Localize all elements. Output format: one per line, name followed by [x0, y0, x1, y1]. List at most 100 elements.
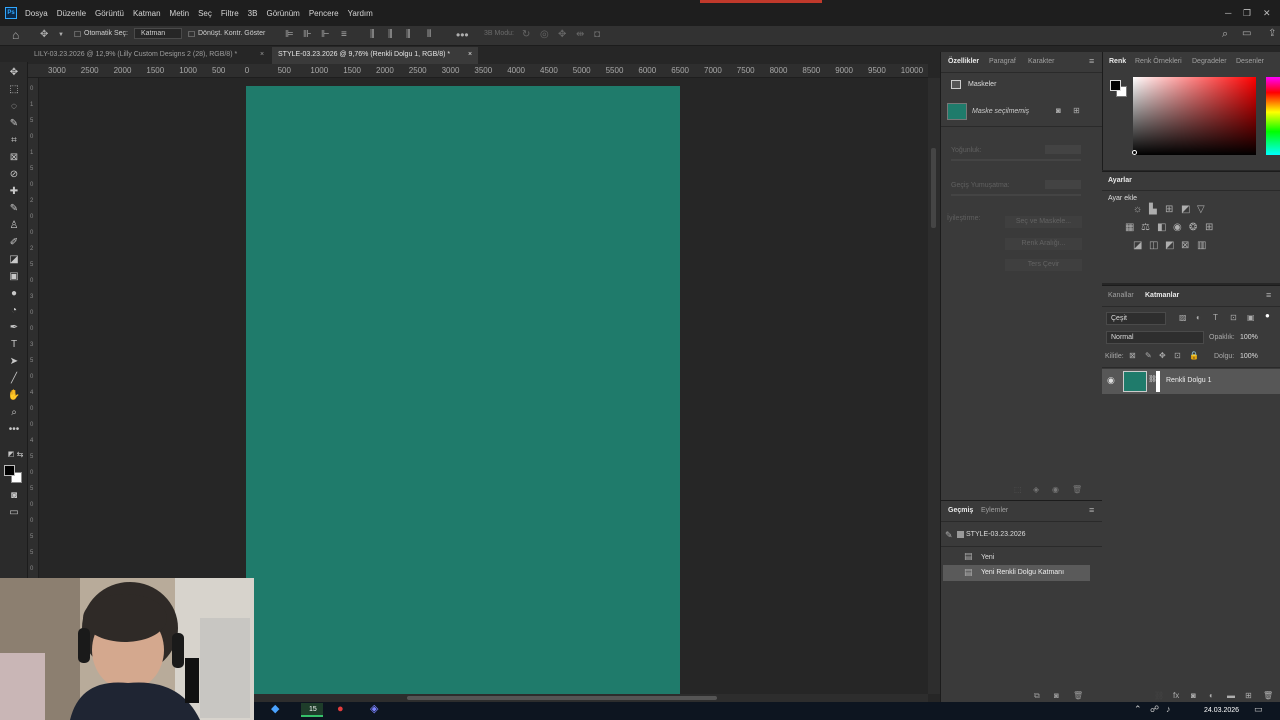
panel-menu-icon[interactable]: ≡	[1089, 57, 1094, 66]
layer-filter-dropdown[interactable]: Çeşit	[1106, 312, 1166, 325]
tab-close-icon[interactable]: ×	[260, 47, 264, 63]
path-selection-tool-icon[interactable]: ➤	[7, 355, 21, 369]
healing-brush-tool-icon[interactable]: ✚	[7, 185, 21, 199]
lock-artboard-icon[interactable]: ⊡	[1174, 352, 1181, 360]
feather-input[interactable]	[1045, 180, 1081, 189]
add-pixel-mask-icon[interactable]: ◙	[1056, 107, 1061, 115]
filter-smart-object-icon[interactable]: ▣	[1247, 314, 1255, 322]
tab-gradients[interactable]: Degradeler	[1192, 58, 1227, 65]
vertical-scrollbar[interactable]	[928, 78, 940, 694]
tab-color[interactable]: Renk	[1109, 58, 1126, 65]
tab-patterns[interactable]: Desenler	[1236, 58, 1264, 65]
maximize-icon[interactable]: ❐	[1243, 8, 1251, 19]
edit-toolbar-icon[interactable]: •••	[7, 423, 21, 437]
3d-scale-icon[interactable]: ◘	[594, 30, 600, 40]
menu-yardim[interactable]: Yardım	[348, 9, 373, 18]
horizontal-scroll-thumb[interactable]	[407, 696, 717, 700]
new-layer-icon[interactable]: ⊞	[1245, 692, 1252, 700]
density-input[interactable]	[1045, 145, 1081, 154]
threshold-icon[interactable]: ◩	[1165, 241, 1174, 251]
filter-type-icon[interactable]: T	[1213, 314, 1218, 322]
layer-name[interactable]: Renkli Dolgu 1	[1166, 377, 1212, 384]
close-icon[interactable]: ✕	[1263, 8, 1271, 19]
new-snapshot-icon[interactable]: ◙	[1054, 692, 1059, 700]
transform-controls-checkbox[interactable]: ☐	[188, 31, 195, 39]
horizontal-scrollbar[interactable]	[254, 694, 928, 702]
gradient-map-icon[interactable]: ▥	[1197, 241, 1206, 251]
workspace-icon[interactable]: ▭	[1242, 29, 1251, 39]
new-group-icon[interactable]: ▬	[1227, 692, 1235, 700]
tab-style-document[interactable]: STYLE-03.23.2026 @ 9,76% (Renkli Dolgu 1…	[272, 47, 478, 64]
menu-sec[interactable]: Seç	[198, 9, 212, 18]
vibrance-icon[interactable]: ▽	[1197, 205, 1205, 215]
more-options-icon[interactable]: •••	[456, 29, 469, 41]
menu-duzenle[interactable]: Düzenle	[57, 9, 86, 18]
filter-pixel-icon[interactable]: ▨	[1179, 314, 1187, 322]
exposure-icon[interactable]: ◩	[1181, 205, 1190, 215]
taskbar-app-icon[interactable]: ◆	[271, 704, 279, 715]
tab-history[interactable]: Geçmiş	[948, 507, 973, 514]
chevron-down-icon[interactable]: ▼	[58, 32, 64, 38]
fill-input[interactable]: 100%	[1240, 353, 1258, 360]
lock-pixels-icon[interactable]: ✎	[1145, 352, 1152, 360]
distribute-horizontal-icon[interactable]: ⫴	[427, 30, 431, 40]
lock-transparent-icon[interactable]: ⊠	[1129, 352, 1136, 360]
3d-rotate-icon[interactable]: ↻	[522, 30, 530, 40]
zoom-tool-icon[interactable]: ⌕	[7, 406, 21, 420]
auto-select-checkbox[interactable]: ☐	[74, 31, 81, 39]
panel-menu-icon[interactable]: ≡	[1089, 506, 1094, 515]
type-tool-icon[interactable]: T	[7, 338, 21, 352]
new-document-from-state-icon[interactable]: ⧉	[1034, 692, 1040, 700]
screen-mode-icon[interactable]: ▭	[7, 506, 21, 520]
density-slider[interactable]	[951, 159, 1081, 161]
feather-slider[interactable]	[951, 194, 1081, 196]
color-lookup-icon[interactable]: ⊞	[1205, 223, 1213, 233]
3d-slide-icon[interactable]: ⇹	[576, 30, 584, 40]
history-item[interactable]: ▤ Yeni	[943, 550, 1090, 565]
photo-filter-icon[interactable]: ◉	[1173, 223, 1182, 233]
tab-actions[interactable]: Eylemler	[981, 507, 1008, 514]
curves-icon[interactable]: ⊞	[1165, 205, 1173, 215]
menu-goruntu[interactable]: Görüntü	[95, 9, 124, 18]
minimize-icon[interactable]: ─	[1225, 8, 1231, 18]
3d-roll-icon[interactable]: ◎	[540, 30, 549, 40]
distribute-middle-icon[interactable]: ⫼	[388, 30, 393, 40]
document-canvas[interactable]	[246, 86, 680, 694]
brightness-contrast-icon[interactable]: ☼	[1133, 205, 1142, 215]
blend-mode-dropdown[interactable]: Normal	[1106, 331, 1204, 344]
marquee-tool-icon[interactable]: ⬚	[7, 83, 21, 97]
tab-lily-document[interactable]: LILY-03.23.2026 @ 12,9% (Lilly Custom De…	[28, 47, 270, 64]
align-top-icon[interactable]: ≡	[341, 30, 347, 40]
filter-adjustment-icon[interactable]: ◐	[1196, 314, 1201, 322]
tab-layers[interactable]: Katmanlar	[1145, 292, 1179, 299]
align-center-icon[interactable]: ⊪	[303, 30, 312, 40]
opacity-input[interactable]: 100%	[1240, 334, 1258, 341]
move-tool-icon[interactable]: ✥	[40, 30, 48, 40]
menu-filtre[interactable]: Filtre	[221, 9, 239, 18]
blur-tool-icon[interactable]: ●	[7, 287, 21, 301]
levels-icon[interactable]: ▙	[1149, 205, 1157, 215]
network-icon[interactable]: ☍	[1150, 705, 1159, 714]
load-selection-icon[interactable]: ⬚	[1014, 486, 1022, 494]
taskbar-app-icon[interactable]: ●	[337, 704, 344, 715]
history-brush-source-icon[interactable]: ✎	[945, 531, 953, 540]
delete-icon[interactable]: 🗑	[1072, 486, 1082, 494]
crop-tool-icon[interactable]: ⌗	[7, 134, 21, 148]
home-icon[interactable]: ⌂	[12, 29, 19, 41]
swap-colors-icon[interactable]: ⇆	[13, 448, 27, 462]
distribute-top-icon[interactable]: ⫼	[370, 30, 375, 40]
auto-select-target-dropdown[interactable]: Katman	[134, 28, 183, 39]
search-icon[interactable]: ⌕	[1222, 29, 1228, 40]
3d-drag-icon[interactable]: ✥	[558, 30, 566, 40]
invert-button[interactable]: Ters Çevir	[1005, 259, 1082, 271]
lasso-tool-icon[interactable]: ◌	[7, 100, 21, 114]
delete-state-icon[interactable]: 🗑	[1073, 692, 1083, 700]
taskbar-app-active[interactable]: 15	[301, 703, 323, 717]
menu-metin[interactable]: Metin	[170, 9, 190, 18]
tab-properties[interactable]: Özellikler	[948, 58, 979, 65]
menu-katman[interactable]: Katman	[133, 9, 161, 18]
apply-mask-icon[interactable]: ◈	[1033, 486, 1039, 494]
tray-up-icon[interactable]: ⌃	[1134, 705, 1142, 714]
add-vector-mask-icon[interactable]: ⊞	[1073, 107, 1080, 115]
new-adjustment-layer-icon[interactable]: ◐	[1209, 692, 1214, 700]
